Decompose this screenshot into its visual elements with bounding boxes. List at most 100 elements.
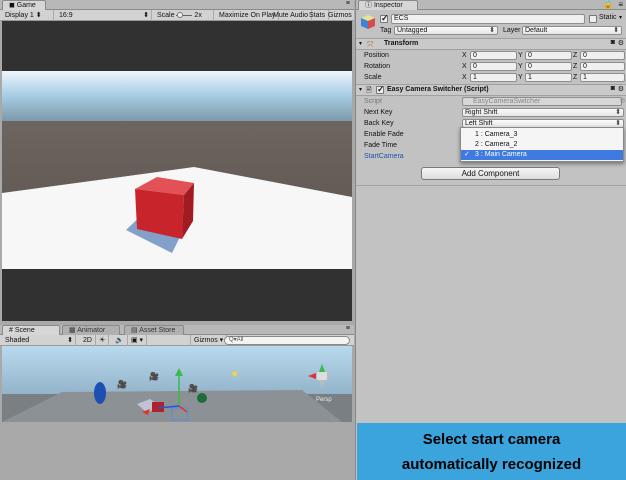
scene-gizmos-dropdown[interactable]: Gizmos ▾ — [190, 335, 228, 346]
info-icon: ⓘ — [365, 2, 372, 9]
tab-inspector[interactable]: ⓘ Inspector — [358, 0, 418, 10]
scale-z-field[interactable]: 1 — [580, 73, 625, 82]
axis-y-label: Y — [518, 74, 523, 81]
script-gear-icon[interactable]: ⚙ — [618, 85, 624, 93]
inspector-menu-icon[interactable]: ≡ — [618, 0, 623, 9]
popup-option-camera-2[interactable]: 2 : Camera_2 — [461, 140, 623, 150]
inspector-tabbar: ⓘ Inspector 🔒 ≡ — [356, 0, 626, 10]
game-tab-icon: ◼ — [9, 2, 15, 9]
start-camera-label: StartCamera — [364, 153, 404, 160]
scene-tab-icon: # — [9, 327, 13, 334]
tab-animator[interactable]: ▦ Animator — [62, 325, 120, 335]
persp-label[interactable]: Persp — [316, 397, 332, 403]
selected-check-icon: ✓ — [464, 151, 470, 158]
rotation-label: Rotation — [364, 63, 391, 70]
scene-search-input[interactable]: Q▾All — [224, 336, 350, 345]
tab-scene[interactable]: # Scene — [2, 325, 60, 335]
scale-value: 2x — [194, 12, 202, 19]
transform-help-icon[interactable]: ◙ — [611, 39, 615, 46]
gizmos-button[interactable]: Gizmos — [325, 10, 355, 21]
tab-asset-store[interactable]: ▤ Asset Store — [124, 325, 184, 335]
game-tab-label: Game — [16, 2, 36, 9]
gameobject-cube-icon — [360, 14, 376, 30]
camera-icon-3: 🎥 — [188, 383, 198, 393]
caption-banner: Select start camera automatically recogn… — [357, 423, 626, 480]
transform-gear-icon[interactable]: ⚙ — [618, 39, 624, 47]
axis-z-label: Z — [573, 52, 578, 59]
scene-gizmos-label: Gizmos — [194, 337, 218, 344]
animator-tab-icon: ▦ — [69, 327, 76, 334]
popup-option-main-camera[interactable]: ✓ 3 : Main Camera — [461, 150, 623, 160]
scene-tab-label: Scene — [14, 327, 35, 334]
position-y-field[interactable]: 0 — [525, 51, 572, 60]
aspect-chevron-icon: ⬍ — [143, 12, 149, 19]
effects-toggle-icon[interactable]: ▣ ▾ — [128, 335, 148, 346]
transform-foldout-icon[interactable]: ▾ — [359, 40, 362, 47]
layer-dropdown[interactable]: Default — [522, 26, 622, 35]
active-checkbox[interactable] — [380, 13, 389, 24]
position-label: Position — [364, 52, 389, 59]
position-x-field[interactable]: 0 — [470, 51, 517, 60]
add-component-button[interactable]: Add Component — [421, 167, 560, 180]
game-tabbar: ◼ Game ≡ — [0, 0, 354, 10]
transform-title: Transform — [384, 40, 419, 47]
axis-x-label: X — [462, 52, 467, 59]
scene-sphere — [197, 393, 207, 403]
axis-z-label: Z — [573, 74, 578, 81]
aspect-dropdown[interactable]: 16:9 ⬍ — [56, 10, 152, 21]
next-key-label: Next Key — [364, 109, 393, 116]
rotation-x-field[interactable]: 0 — [470, 62, 517, 71]
object-name-field[interactable]: ECS — [391, 14, 585, 24]
lighting-toggle-icon[interactable]: ☀ — [96, 335, 110, 346]
scale-y-field[interactable]: 1 — [525, 73, 572, 82]
shading-dropdown[interactable]: Shaded ⬍ — [2, 335, 76, 346]
transform-header[interactable]: ▾ ⤧ Transform ◙ ⚙ — [356, 38, 626, 50]
display-value: Display 1 — [5, 12, 34, 19]
scale-control[interactable]: Scale 2x — [154, 10, 214, 21]
tab-game[interactable]: ◼ Game — [2, 0, 46, 10]
script-enabled-checkbox[interactable] — [376, 84, 385, 95]
2d-toggle[interactable]: 2D — [80, 335, 96, 346]
scene-panel-menu-icon[interactable]: ≡ — [346, 325, 350, 332]
caption-line-1: Select start camera — [422, 431, 561, 448]
scene-viewport[interactable]: 🎥 🎥 🎥 ✹ Persp — [2, 346, 352, 422]
static-checkbox[interactable] — [589, 15, 597, 23]
rotation-y-field[interactable]: 0 — [525, 62, 572, 71]
back-key-label: Back Key — [364, 120, 394, 127]
static-dropdown-icon[interactable]: ▾ — [619, 14, 622, 21]
camera-icon-1: 🎥 — [117, 379, 127, 389]
static-label: Static — [599, 14, 617, 21]
game-viewport[interactable] — [2, 21, 352, 321]
audio-toggle-icon[interactable]: 🔈 — [112, 335, 128, 346]
next-key-dropdown[interactable]: Right Shift — [462, 108, 624, 117]
script-component-header[interactable]: ▾ 🗎 Easy Camera Switcher (Script) ◙ ⚙ — [356, 84, 626, 96]
axis-z-label: Z — [573, 63, 578, 70]
transform-axes-icon: ⤧ — [367, 40, 374, 49]
display-dropdown[interactable]: Display 1 ⬍ — [2, 10, 54, 21]
scale-slider-thumb[interactable] — [177, 11, 184, 18]
script-reference-field[interactable]: EasyCameraSwitcher — [462, 97, 622, 106]
script-title: Easy Camera Switcher (Script) — [387, 86, 489, 93]
scale-label: Scale — [157, 12, 175, 19]
start-camera-popup: 1 : Camera_3 2 : Camera_2 ✓ 3 : Main Cam… — [460, 127, 624, 162]
position-z-field[interactable]: 0 — [580, 51, 625, 60]
popup-option-camera-3[interactable]: 1 : Camera_3 — [461, 130, 623, 140]
script-foldout-icon[interactable]: ▾ — [359, 86, 362, 93]
script-label: Script — [364, 98, 382, 105]
caption-line-2: automatically recognized — [401, 456, 582, 473]
divider — [356, 185, 626, 186]
panel-menu-icon[interactable]: ≡ — [346, 0, 350, 7]
camera-icon-2: 🎥 — [149, 371, 159, 381]
aspect-value: 16:9 — [59, 12, 73, 19]
scale-row: Scale X 1 Y 1 Z 1 — [356, 72, 626, 83]
object-picker-icon[interactable]: ◎ — [620, 96, 625, 107]
scale-x-field[interactable]: 1 — [470, 73, 517, 82]
tag-dropdown[interactable]: Untagged — [394, 26, 498, 35]
axis-x-label: X — [462, 63, 467, 70]
tag-label: Tag — [380, 27, 392, 34]
lock-icon[interactable]: 🔒 — [603, 0, 613, 9]
script-help-icon[interactable]: ◙ — [611, 85, 615, 92]
scene-toolbar: Shaded ⬍ 2D ☀ 🔈 ▣ ▾ Gizmos ▾ Q▾All — [0, 335, 354, 346]
rotation-z-field[interactable]: 0 — [580, 62, 625, 71]
scale-slider[interactable] — [176, 11, 193, 18]
